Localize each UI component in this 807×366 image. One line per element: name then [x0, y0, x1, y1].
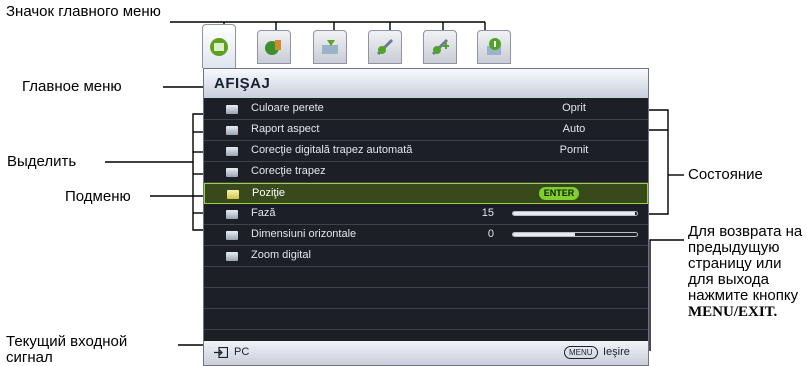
- display-icon: [210, 37, 228, 56]
- wall-color-icon: [226, 105, 238, 114]
- system-setup-basic-icon: [376, 38, 394, 56]
- tab-display[interactable]: [202, 24, 236, 68]
- position-icon: [227, 190, 239, 199]
- tab-source[interactable]: [313, 30, 347, 64]
- h-size-icon: [226, 231, 238, 240]
- auto-keystone-icon: [226, 147, 238, 156]
- menu-item-value: Auto: [562, 123, 586, 135]
- menu-item-label: Culoare perete: [251, 102, 324, 114]
- exit-label: Ieşire: [603, 346, 630, 358]
- h-size-value: 0: [487, 228, 494, 240]
- menu-item-position[interactable]: Poziţie ENTER: [204, 183, 648, 204]
- menu-item-phase[interactable]: Fază 15: [204, 204, 648, 225]
- menu-item-label: Corecţie digitală trapez automată: [251, 144, 413, 156]
- phase-slider[interactable]: [512, 211, 638, 216]
- menu-item-empty: [204, 288, 648, 309]
- current-input-text: PC: [234, 346, 250, 358]
- menu-title: AFIŞAJ: [204, 69, 648, 98]
- phase-value: 15: [481, 207, 494, 219]
- menu-item-label: Raport aspect: [251, 123, 320, 135]
- menu-item-label: Zoom digital: [251, 249, 311, 261]
- menu-item-label: Fază: [251, 207, 276, 219]
- menu-item-keystone[interactable]: Corecţie trapez: [204, 162, 648, 183]
- menu-item-aspect-ratio[interactable]: Raport aspect Auto: [204, 120, 648, 141]
- menu-item-auto-keystone[interactable]: Corecţie digitală trapez automată Pornit: [204, 141, 648, 162]
- menu-item-label: Corecţie trapez: [251, 165, 326, 177]
- osd-footer: PC MENU Ieşire: [204, 341, 648, 365]
- h-size-slider[interactable]: [512, 232, 638, 237]
- keystone-icon: [226, 168, 238, 177]
- tab-system-basic[interactable]: [368, 30, 402, 64]
- tab-system-advanced[interactable]: [423, 30, 457, 64]
- menu-item-value: Pornit: [559, 144, 589, 156]
- source-icon: [322, 40, 338, 54]
- menu-item-label: Poziţie: [252, 187, 286, 199]
- information-icon: [487, 38, 501, 55]
- menu-item-empty: [204, 267, 648, 288]
- menu-item-digital-zoom[interactable]: Zoom digital: [204, 246, 648, 267]
- menu-key-icon: MENU: [564, 346, 598, 359]
- menu-item-wall-color[interactable]: Culoare perete Oprit: [204, 99, 648, 120]
- digital-zoom-icon: [226, 252, 238, 261]
- menu-item-value: Oprit: [562, 102, 586, 114]
- menu-item-h-size[interactable]: Dimensiuni orizontale 0: [204, 225, 648, 246]
- phase-slider-fill: [513, 212, 635, 215]
- enter-button[interactable]: ENTER: [539, 187, 579, 200]
- menu-item-empty: [204, 309, 648, 330]
- h-size-slider-fill: [513, 233, 575, 236]
- system-setup-advanced-icon: [431, 38, 449, 56]
- phase-icon: [226, 210, 238, 219]
- aspect-ratio-icon: [226, 126, 238, 135]
- input-source-icon: [214, 347, 228, 358]
- osd-menu-panel: AFIŞAJ Culoare perete Oprit Raport aspec…: [203, 68, 649, 366]
- tab-picture[interactable]: [257, 30, 291, 64]
- tab-information[interactable]: [477, 30, 511, 64]
- picture-icon: [265, 40, 281, 55]
- menu-item-label: Dimensiuni orizontale: [251, 228, 357, 240]
